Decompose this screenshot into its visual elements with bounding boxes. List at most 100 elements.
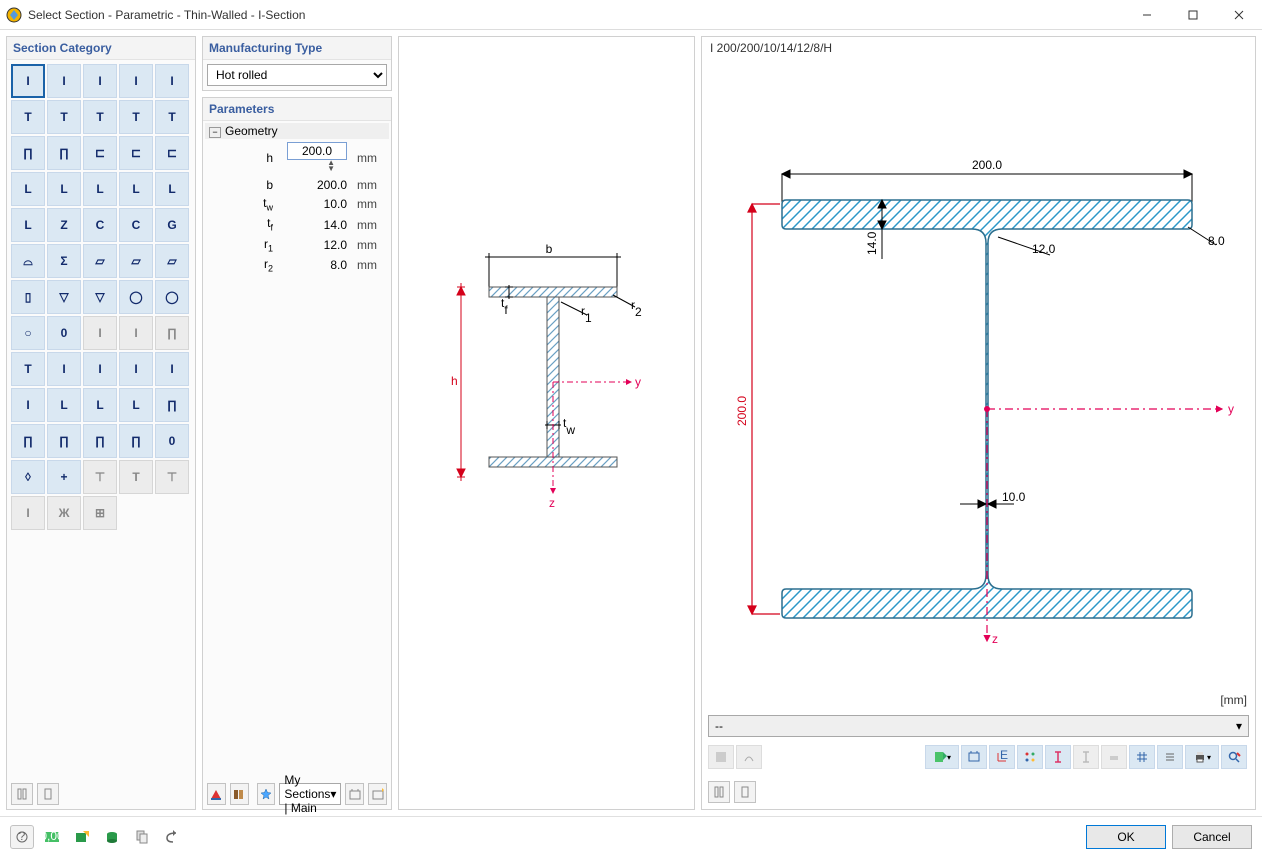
category-item-33[interactable]: ◯ <box>119 280 153 314</box>
tool-d1 <box>1073 745 1099 769</box>
category-item-2[interactable]: I <box>83 64 117 98</box>
category-item-24[interactable]: G <box>155 208 189 242</box>
category-item-54[interactable]: ∏ <box>119 424 153 458</box>
category-item-12[interactable]: ⊏ <box>83 136 117 170</box>
category-item-22[interactable]: C <box>83 208 117 242</box>
category-item-20[interactable]: L <box>11 208 45 242</box>
category-item-23[interactable]: C <box>119 208 153 242</box>
category-item-21[interactable]: Z <box>47 208 81 242</box>
category-item-28[interactable]: ▱ <box>119 244 153 278</box>
category-item-4[interactable]: I <box>155 64 189 98</box>
preview-aux-1[interactable] <box>708 781 730 803</box>
category-item-26[interactable]: Σ <box>47 244 81 278</box>
category-item-10[interactable]: ∏ <box>11 136 45 170</box>
category-item-46[interactable]: I <box>11 388 45 422</box>
category-item-18[interactable]: L <box>119 172 153 206</box>
category-aux-button-1[interactable] <box>11 783 33 805</box>
section-category-header: Section Category <box>7 37 195 60</box>
tool-search[interactable] <box>1221 745 1247 769</box>
tool-print[interactable]: ▾ <box>1185 745 1219 769</box>
db-button-1[interactable] <box>70 825 94 849</box>
manufacturing-type-select[interactable]: Hot rolled <box>207 64 387 86</box>
category-item-36[interactable]: 0 <box>47 316 81 350</box>
category-item-52[interactable]: ∏ <box>47 424 81 458</box>
chevron-down-icon: ▾ <box>330 787 336 801</box>
category-item-15[interactable]: L <box>11 172 45 206</box>
svg-text:?: ? <box>19 830 26 843</box>
undo-button[interactable] <box>160 825 184 849</box>
param-input-h[interactable] <box>287 142 347 160</box>
category-item-57[interactable]: + <box>47 460 81 494</box>
category-item-8[interactable]: T <box>119 100 153 134</box>
category-item-47[interactable]: L <box>47 388 81 422</box>
maximize-button[interactable] <box>1170 0 1216 30</box>
category-item-55[interactable]: 0 <box>155 424 189 458</box>
category-item-9[interactable]: T <box>155 100 189 134</box>
category-item-0[interactable]: I <box>11 64 45 98</box>
category-item-51[interactable]: ∏ <box>11 424 45 458</box>
geometry-group-row[interactable]: −Geometry <box>205 123 389 139</box>
category-item-3[interactable]: I <box>119 64 153 98</box>
tool-grid[interactable] <box>1129 745 1155 769</box>
preview-aux-2[interactable] <box>734 781 756 803</box>
category-item-53[interactable]: ∏ <box>83 424 117 458</box>
preview-panel: I 200/200/10/14/12/8/H 200.0 <box>701 36 1256 810</box>
category-item-5[interactable]: T <box>11 100 45 134</box>
category-item-14[interactable]: ⊏ <box>155 136 189 170</box>
sections-aux-button-1[interactable] <box>345 783 364 805</box>
category-item-43[interactable]: I <box>83 352 117 386</box>
category-item-34[interactable]: ◯ <box>155 280 189 314</box>
category-item-65: ⊞ <box>83 496 117 530</box>
titlebar: Select Section - Parametric - Thin-Walle… <box>0 0 1262 30</box>
tool-view-mode[interactable]: ▾ <box>925 745 959 769</box>
category-item-13[interactable]: ⊏ <box>119 136 153 170</box>
category-item-1[interactable]: I <box>47 64 81 98</box>
category-item-25[interactable]: ⌓ <box>11 244 45 278</box>
category-item-44[interactable]: I <box>119 352 153 386</box>
category-item-58: ⊤ <box>83 460 117 494</box>
help-button[interactable]: ? <box>10 825 34 849</box>
minimize-button[interactable] <box>1124 0 1170 30</box>
cancel-button[interactable]: Cancel <box>1172 825 1252 849</box>
category-item-6[interactable]: T <box>47 100 81 134</box>
tool-axes[interactable]: E <box>989 745 1015 769</box>
app-icon <box>6 7 22 23</box>
category-item-30[interactable]: ▯ <box>11 280 45 314</box>
copy-button[interactable] <box>130 825 154 849</box>
tool-section[interactable] <box>1045 745 1071 769</box>
category-item-31[interactable]: ▽ <box>47 280 81 314</box>
category-item-19[interactable]: L <box>155 172 189 206</box>
category-item-56[interactable]: ◊ <box>11 460 45 494</box>
favorite-button[interactable] <box>257 783 276 805</box>
category-item-42[interactable]: I <box>47 352 81 386</box>
tool-points[interactable] <box>1017 745 1043 769</box>
category-item-7[interactable]: T <box>83 100 117 134</box>
category-item-27[interactable]: ▱ <box>83 244 117 278</box>
category-item-35[interactable]: ○ <box>11 316 45 350</box>
close-button[interactable] <box>1216 0 1262 30</box>
db-button-2[interactable] <box>100 825 124 849</box>
category-item-62: I <box>11 496 45 530</box>
category-item-49[interactable]: L <box>119 388 153 422</box>
category-item-29[interactable]: ▱ <box>155 244 189 278</box>
library-button-1[interactable] <box>207 783 226 805</box>
category-aux-button-2[interactable] <box>37 783 59 805</box>
button-bar: ? 0,00 OK Cancel <box>0 816 1262 856</box>
category-item-17[interactable]: L <box>83 172 117 206</box>
category-item-41[interactable]: T <box>11 352 45 386</box>
tool-list[interactable] <box>1157 745 1183 769</box>
category-item-48[interactable]: L <box>83 388 117 422</box>
library-button-2[interactable] <box>230 783 249 805</box>
units-button[interactable]: 0,00 <box>40 825 64 849</box>
ok-button[interactable]: OK <box>1086 825 1166 849</box>
category-item-45[interactable]: I <box>155 352 189 386</box>
category-item-50[interactable]: ∏ <box>155 388 189 422</box>
preview-combo[interactable]: --▾ <box>708 715 1249 737</box>
my-sections-combo[interactable]: My Sections | Main▾ <box>279 783 341 805</box>
tool-fit[interactable] <box>961 745 987 769</box>
category-item-16[interactable]: L <box>47 172 81 206</box>
collapse-icon[interactable]: − <box>209 127 221 138</box>
category-item-11[interactable]: ∏ <box>47 136 81 170</box>
category-item-32[interactable]: ▽ <box>83 280 117 314</box>
sections-aux-button-2[interactable] <box>368 783 387 805</box>
